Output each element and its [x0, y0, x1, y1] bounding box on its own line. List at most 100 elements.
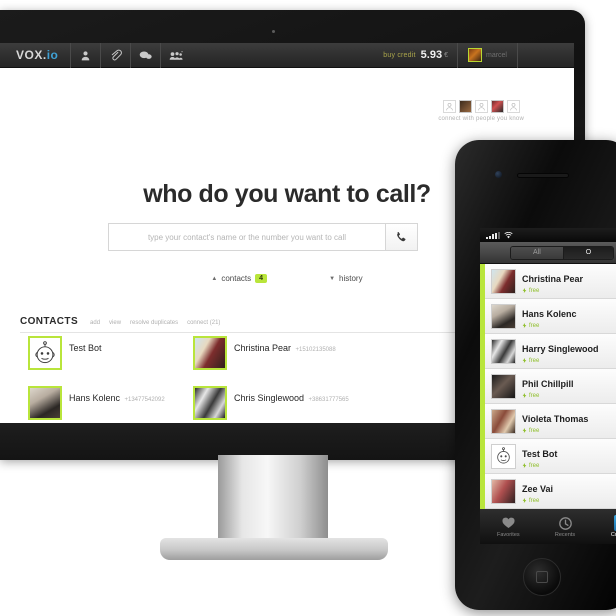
- contact-meta: Test Bot: [69, 336, 102, 356]
- list-item[interactable]: Hans Kolenc free: [485, 299, 616, 334]
- logo-accent-text: io: [46, 48, 59, 62]
- iphone-camera-icon: [495, 171, 502, 178]
- status-left: [486, 231, 513, 239]
- ios-contacts-list[interactable]: Christina Pear free Hans Kolenc free Har…: [480, 264, 616, 509]
- contact-card[interactable]: Test Bot: [28, 336, 193, 386]
- connect-avatar-photo[interactable]: [458, 100, 472, 113]
- contact-number: +15102135088: [295, 347, 336, 353]
- avatar: [491, 303, 516, 329]
- link-icon[interactable]: [100, 43, 130, 68]
- person-icon[interactable]: [70, 43, 100, 68]
- contacts-action-add[interactable]: add: [90, 320, 100, 326]
- list-item[interactable]: Violeta Thomas free: [485, 404, 616, 439]
- tab-recents-label: Recents: [554, 532, 576, 538]
- search-input[interactable]: [108, 223, 385, 251]
- tab-contacts[interactable]: Contacts: [593, 515, 616, 538]
- contact-status-label: free: [529, 462, 540, 469]
- credit-currency: €: [444, 51, 448, 59]
- robot-icon: [35, 341, 55, 364]
- tab-history[interactable]: ▼ history: [329, 274, 363, 283]
- contact-name: Test Bot: [522, 448, 558, 459]
- list-item[interactable]: Harry Singlewood free: [485, 334, 616, 369]
- connect-avatar-photo[interactable]: [490, 100, 504, 113]
- segment-online[interactable]: O: [563, 246, 614, 259]
- wifi-icon: [504, 231, 513, 238]
- avatar: [491, 443, 516, 469]
- connect-with-people: connect with people you know: [438, 100, 524, 122]
- contacts-count-badge: 4: [255, 274, 268, 283]
- bolt-icon: [522, 498, 527, 503]
- logo-main-text: VOX.: [16, 48, 47, 62]
- contacts-action-connect[interactable]: connect (21): [187, 320, 220, 326]
- imac-stand-neck: [218, 455, 328, 540]
- connect-avatar-placeholder-icon[interactable]: [474, 100, 488, 113]
- contact-number: +13477542092: [124, 397, 165, 403]
- credit-amount: 5.93: [420, 49, 443, 61]
- chat-bubble-icon[interactable]: [130, 43, 160, 68]
- contact-status-label: free: [529, 427, 540, 434]
- connect-avatar-strip: [438, 100, 524, 113]
- segment-all[interactable]: All: [511, 246, 564, 259]
- signal-bars-icon: [486, 231, 500, 239]
- avatar: [193, 336, 227, 370]
- contact-status: free: [522, 428, 588, 434]
- list-item-meta: Test Bot free: [522, 444, 557, 469]
- user-menu[interactable]: marcel: [456, 43, 518, 68]
- buy-credit-link[interactable]: buy credit: [383, 52, 420, 59]
- screenshot-stage: VOX.io buy credit 5.93 € marcel connect …: [0, 0, 616, 616]
- iphone-device: 3:16 PM All O Christina Pear free: [455, 140, 616, 610]
- tab-recents[interactable]: Recents: [537, 515, 594, 538]
- connect-label: connect with people you know: [438, 116, 524, 122]
- call-button[interactable]: [385, 223, 418, 251]
- list-item-meta: Christina Pear free: [522, 269, 583, 294]
- imac-camera-icon: [272, 30, 275, 33]
- phone-icon: [397, 231, 406, 241]
- vox-logo[interactable]: VOX.io: [0, 48, 70, 62]
- avatar: [28, 336, 62, 370]
- contact-name: Chris Singlewood: [234, 393, 305, 403]
- heart-icon: [500, 515, 516, 531]
- contact-meta: Chris Singlewood +38631777565: [234, 386, 349, 406]
- contact-name: Christina Pear: [234, 343, 292, 353]
- iphone-home-button[interactable]: [523, 558, 561, 596]
- group-icon[interactable]: [160, 43, 190, 68]
- tab-contacts[interactable]: ▲ contacts 4: [211, 274, 268, 283]
- contact-card[interactable]: Chris Singlewood +38631777565: [193, 386, 358, 423]
- contact-meta: Christina Pear +15102135088: [234, 336, 336, 356]
- tab-favorites[interactable]: Favorites: [480, 515, 537, 538]
- contacts-heading: CONTACTS: [20, 316, 79, 327]
- contact-card[interactable]: Hans Kolenc +13477542092: [28, 386, 193, 423]
- list-item-meta: Phil Chillpill free: [522, 374, 574, 399]
- list-item-meta: Zee Vai free: [522, 479, 553, 504]
- list-item[interactable]: Phil Chillpill free: [485, 369, 616, 404]
- ios-tab-bar: Favorites Recents Contacts: [480, 509, 616, 544]
- contact-status: free: [522, 323, 577, 329]
- bolt-icon: [522, 428, 527, 433]
- contacts-action-resolve-duplicates[interactable]: resolve duplicates: [130, 320, 178, 326]
- imac-stand-base: [160, 538, 388, 560]
- ios-navbar: All O: [480, 242, 616, 264]
- call-search-row: [108, 223, 418, 251]
- connect-avatar-placeholder-icon[interactable]: [442, 100, 456, 113]
- contact-name: Harry Singlewood: [522, 343, 599, 354]
- contact-status: free: [522, 463, 557, 469]
- contacts-action-view[interactable]: view: [109, 320, 121, 326]
- contact-name: Zee Vai: [522, 483, 554, 494]
- contact-card[interactable]: Christina Pear +15102135088: [193, 336, 358, 386]
- robot-icon: [497, 447, 510, 464]
- list-item[interactable]: Zee Vai free: [485, 474, 616, 509]
- list-item[interactable]: Test Bot free: [485, 439, 616, 474]
- contacts-grid: Test Bot Christina Pear +15102135088 Han…: [28, 336, 498, 423]
- list-item[interactable]: Christina Pear free: [485, 264, 616, 299]
- avatar: [491, 408, 516, 434]
- bolt-icon: [522, 463, 527, 468]
- bolt-icon: [522, 288, 527, 293]
- tab-favorites-label: Favorites: [497, 532, 520, 538]
- contact-name: Phil Chillpill: [522, 378, 574, 389]
- bolt-icon: [522, 358, 527, 363]
- topnav-right: buy credit 5.93 € marcel: [383, 43, 574, 68]
- contact-name: Christina Pear: [522, 273, 584, 284]
- contact-status-label: free: [529, 497, 540, 504]
- segmented-control: All O: [510, 245, 615, 260]
- connect-avatar-placeholder-icon[interactable]: [506, 100, 520, 113]
